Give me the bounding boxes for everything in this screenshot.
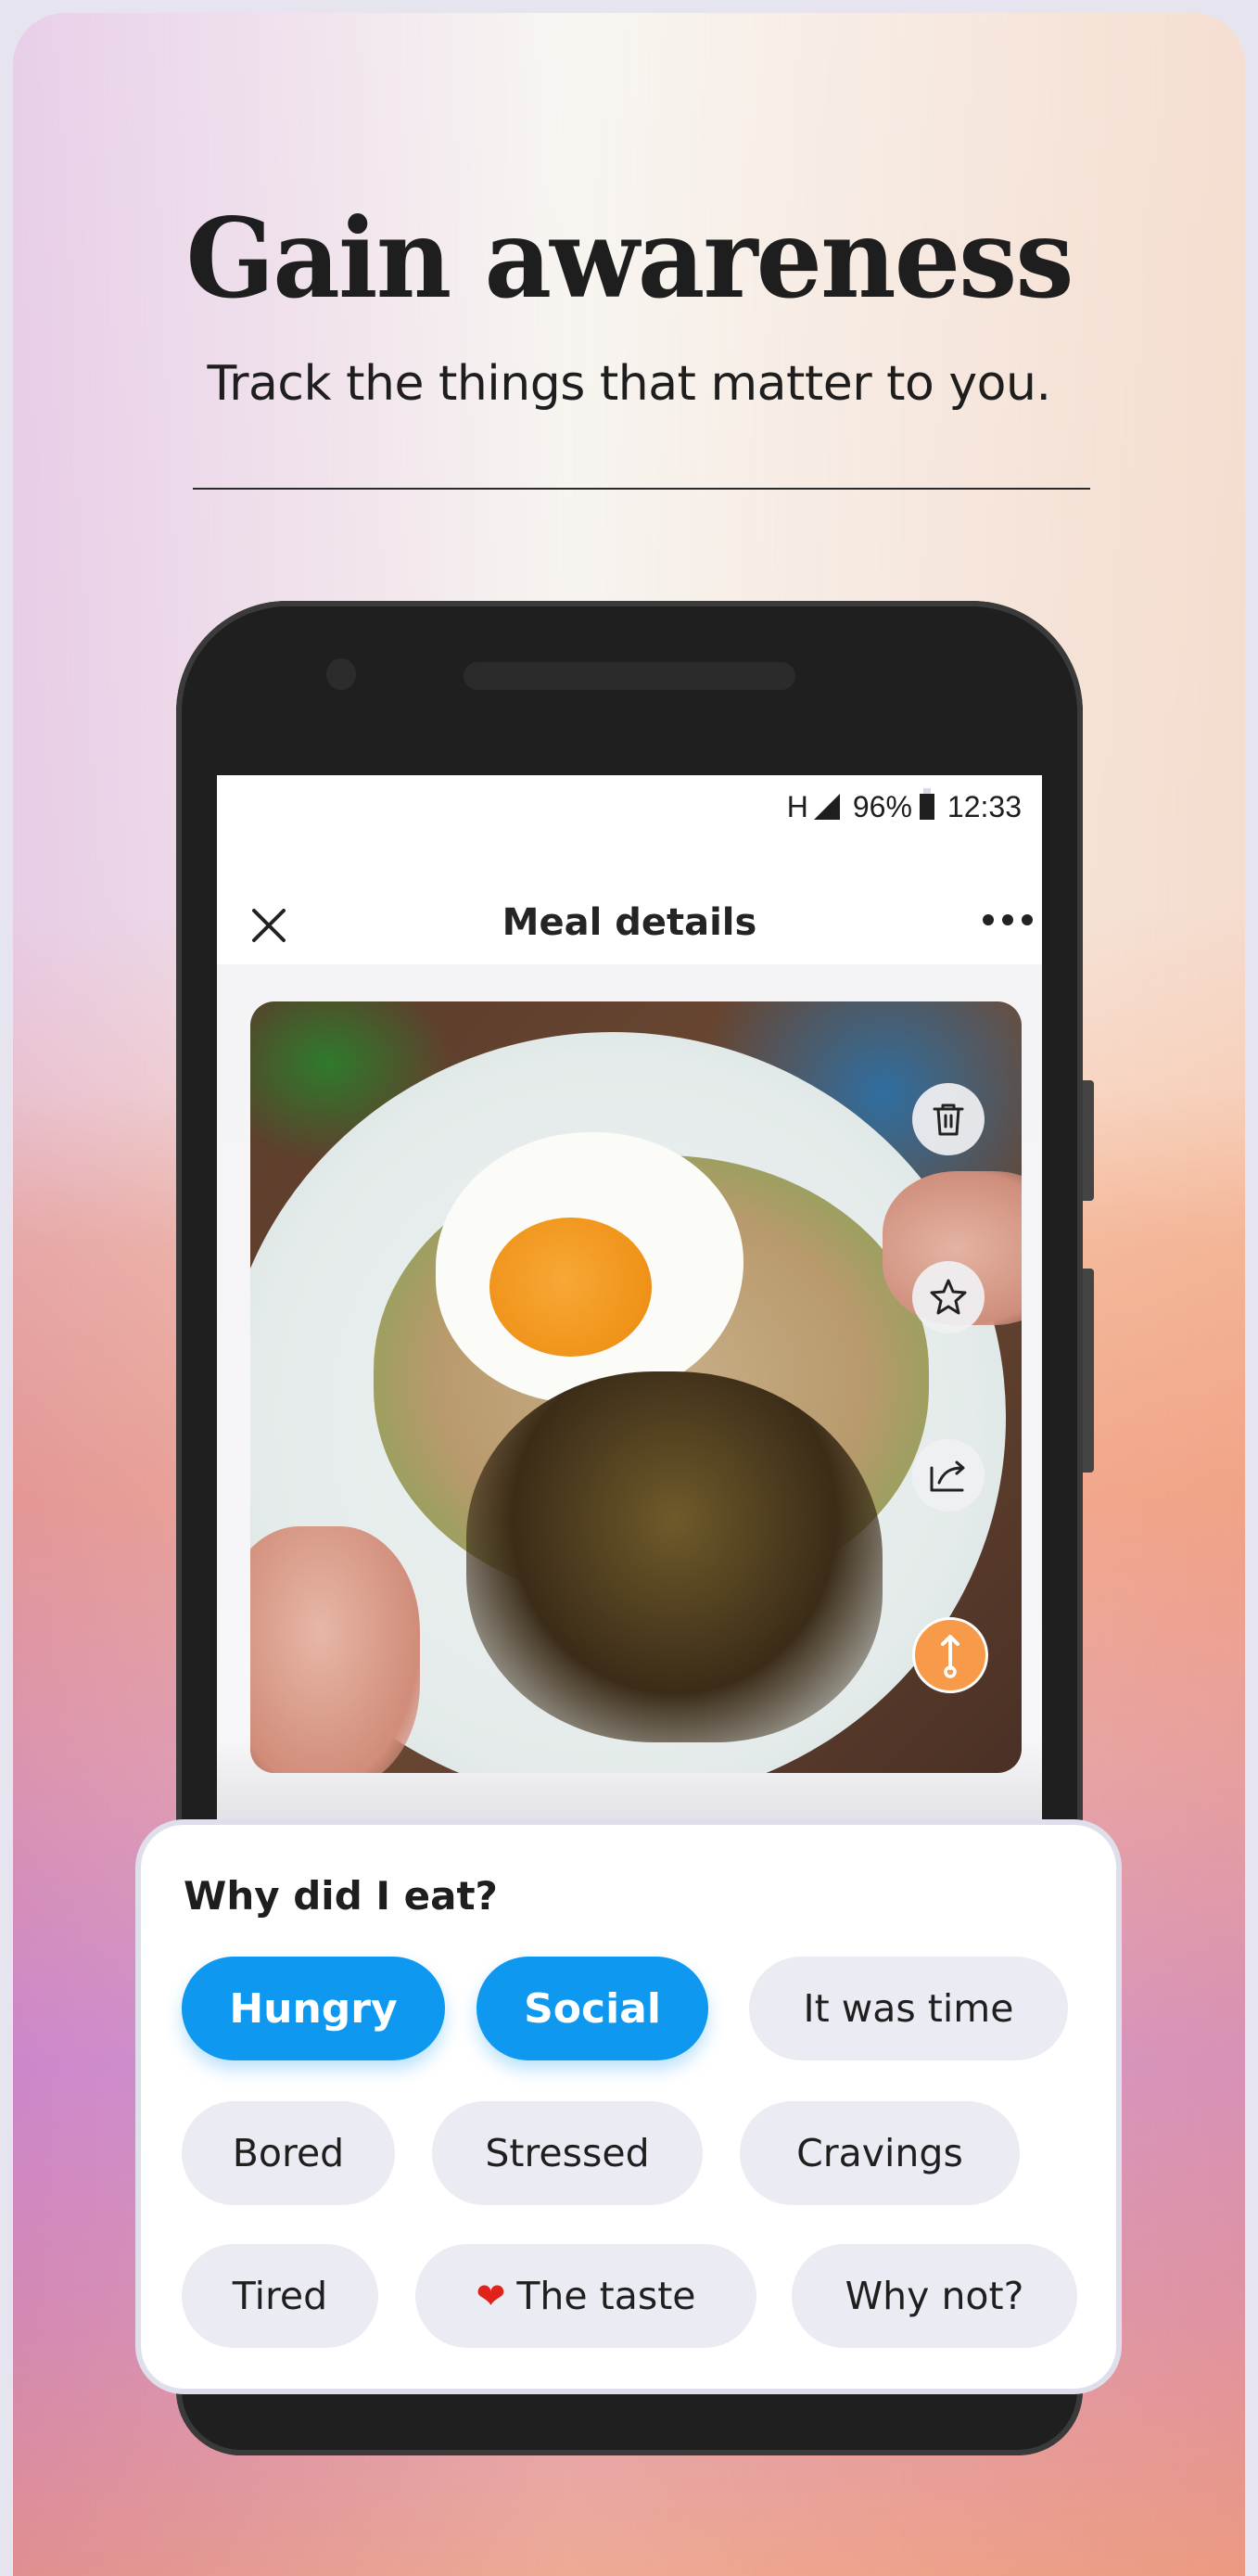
chip-tired[interactable]: Tired bbox=[182, 2244, 378, 2348]
share-button[interactable] bbox=[912, 1439, 985, 1511]
chip-label: Why not? bbox=[845, 2274, 1024, 2318]
status-bar: H 96% 12:33 bbox=[787, 788, 1022, 825]
more-options-icon[interactable] bbox=[983, 914, 1033, 925]
signal-icon bbox=[813, 794, 840, 820]
sheet-title: Why did I eat? bbox=[184, 1873, 498, 1919]
why-did-i-eat-sheet: Why did I eat? Hungry Social It was time… bbox=[135, 1819, 1122, 2394]
divider bbox=[193, 488, 1090, 490]
chip-label: Stressed bbox=[485, 2131, 650, 2175]
chip-label: Cravings bbox=[796, 2131, 963, 2175]
reposition-button[interactable] bbox=[912, 1617, 988, 1693]
chip-it-was-time[interactable]: It was time bbox=[749, 1957, 1068, 2060]
chip-label: Hungry bbox=[229, 1984, 398, 2033]
brussels-sprouts bbox=[465, 1371, 883, 1742]
favorite-button[interactable] bbox=[912, 1261, 985, 1333]
hand-left bbox=[250, 1525, 421, 1773]
headline: Gain awareness bbox=[185, 194, 1074, 323]
chip-social[interactable]: Social bbox=[477, 1957, 708, 2060]
battery-icon bbox=[919, 788, 934, 820]
phone-speaker bbox=[464, 662, 795, 690]
chip-why-not[interactable]: Why not? bbox=[792, 2244, 1077, 2348]
phone-volume-button bbox=[1083, 1269, 1094, 1473]
page-title: Meal details bbox=[502, 901, 757, 944]
share-icon bbox=[930, 1460, 965, 1492]
chip-label: The taste bbox=[516, 2274, 696, 2318]
phone-camera bbox=[326, 658, 356, 690]
trash-icon bbox=[933, 1103, 964, 1136]
subheadline: Track the things that matter to you. bbox=[207, 356, 1051, 412]
star-icon bbox=[930, 1279, 967, 1315]
chip-label: Tired bbox=[232, 2274, 328, 2318]
battery-percent: 96% bbox=[852, 789, 912, 823]
chip-label: Social bbox=[524, 1984, 661, 2033]
egg-yolk bbox=[489, 1217, 652, 1357]
chip-cravings[interactable]: Cravings bbox=[740, 2101, 1020, 2205]
pin-arrow-icon bbox=[941, 1635, 959, 1678]
delete-button[interactable] bbox=[912, 1083, 985, 1155]
chip-the-taste[interactable]: ❤ The taste bbox=[415, 2244, 756, 2348]
app-bar: Meal details bbox=[217, 886, 1042, 961]
chip-bored[interactable]: Bored bbox=[182, 2101, 395, 2205]
phone-power-button bbox=[1083, 1080, 1094, 1201]
heart-icon: ❤ bbox=[476, 2276, 506, 2316]
meal-photo[interactable] bbox=[250, 1001, 1022, 1773]
chip-label: It was time bbox=[803, 1986, 1014, 2031]
chip-label: Bored bbox=[232, 2131, 345, 2175]
network-type: H bbox=[786, 789, 808, 823]
clock: 12:33 bbox=[947, 789, 1022, 823]
chip-stressed[interactable]: Stressed bbox=[432, 2101, 703, 2205]
chip-hungry[interactable]: Hungry bbox=[182, 1957, 445, 2060]
phone-screen: H 96% 12:33 Meal details bbox=[217, 775, 1042, 1823]
